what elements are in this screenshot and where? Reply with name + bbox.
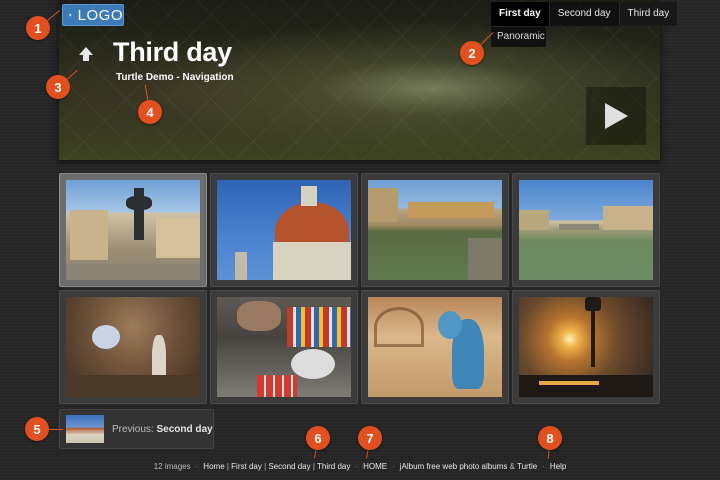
page-subtitle: Turtle Demo - Navigation — [116, 72, 234, 83]
callout-5: 5 — [25, 417, 49, 441]
thumbnail-6[interactable] — [210, 290, 358, 404]
callout-3: 3 — [46, 75, 70, 99]
up-arrow-icon — [79, 47, 93, 61]
breadcrumb-home[interactable]: Home — [203, 462, 224, 471]
footer: 12 images · Home | First day | Second day … — [153, 462, 567, 471]
slideshow-play-button[interactable] — [586, 87, 646, 145]
callout-8: 8 — [538, 426, 562, 450]
breadcrumb-first-day[interactable]: First day — [231, 462, 262, 471]
credit-amp: & — [509, 462, 515, 471]
thumbnail-7[interactable] — [361, 290, 509, 404]
top-navigation: First day Second day Third day — [491, 2, 679, 26]
thumbnail-image — [217, 180, 351, 280]
previous-label: Previous: Second day — [112, 423, 213, 435]
nav-dropdown-panoramic[interactable]: Panoramic — [491, 27, 546, 47]
thumbnail-image — [519, 297, 653, 397]
thumbnail-3[interactable] — [361, 173, 509, 287]
previous-album-link[interactable]: Previous: Second day — [59, 409, 214, 449]
thumbnail-8[interactable] — [512, 290, 660, 404]
breadcrumb-second-day[interactable]: Second day — [268, 462, 310, 471]
callout-6: 6 — [306, 426, 330, 450]
nav-item-second-day[interactable]: Second day — [549, 2, 620, 26]
thumbnail-5[interactable] — [59, 290, 207, 404]
play-icon — [605, 103, 628, 129]
thumbnail-4[interactable] — [512, 173, 660, 287]
up-button[interactable] — [76, 44, 96, 64]
callout-4: 4 — [138, 100, 162, 124]
logo-text: LOGO — [77, 6, 123, 24]
thumbnail-image — [66, 180, 200, 280]
callout-1: 1 — [26, 16, 50, 40]
thumbnail-image — [368, 180, 502, 280]
page-title: Third day — [113, 37, 232, 67]
home-link[interactable]: HOME — [363, 462, 387, 471]
previous-thumbnail — [66, 415, 104, 443]
thumbnail-image — [519, 180, 653, 280]
thumbnail-2[interactable] — [210, 173, 358, 287]
nav-item-third-day[interactable]: Third day — [619, 2, 679, 26]
help-link[interactable]: Help — [550, 462, 566, 471]
nav-item-first-day[interactable]: First day — [491, 2, 550, 26]
callout-2: 2 — [460, 41, 484, 65]
turtle-credit-link[interactable]: Turtle — [517, 462, 537, 471]
logo-button[interactable]: LOGO — [62, 4, 124, 26]
jalbum-credit-link[interactable]: jAlbum free web photo albums — [400, 462, 508, 471]
thumbnail-image — [368, 297, 502, 397]
callout-7: 7 — [358, 426, 382, 450]
image-count: 12 images — [153, 462, 191, 471]
home-icon — [69, 13, 72, 17]
thumbnail-image — [217, 297, 351, 397]
thumbnail-image — [66, 297, 200, 397]
thumbnail-1[interactable] — [59, 173, 207, 287]
breadcrumb-third-day[interactable]: Third day — [317, 462, 350, 471]
